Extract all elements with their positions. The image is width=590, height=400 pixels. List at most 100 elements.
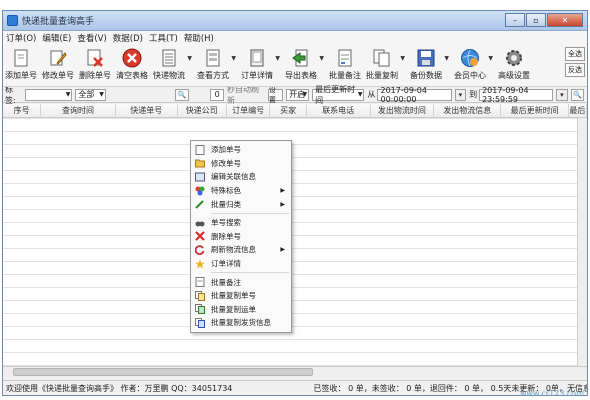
add-doc-button[interactable]: 添加单号	[5, 48, 37, 81]
vertical-scrollbar[interactable]	[577, 118, 587, 366]
menu-separator	[211, 212, 289, 214]
context-menu-item[interactable]: 编辑关联信息	[191, 170, 291, 184]
column-header[interactable]: 订单编号	[227, 104, 271, 117]
scroll-thumb[interactable]	[13, 368, 313, 376]
globe-user-button[interactable]: 会员中心 ▼	[454, 48, 493, 81]
status-select[interactable]: 全部 ▼	[75, 88, 106, 101]
settings-button[interactable]: 设置	[267, 86, 284, 104]
menu-item[interactable]: 工具(T)	[149, 32, 178, 44]
context-menu-item[interactable]: 批量复制单号	[191, 289, 291, 303]
column-header[interactable]: 最后	[569, 104, 587, 117]
context-menu: 添加单号 修改单号 编辑关联信息 特殊标色 ▶ 批量归类 ▶ 单号搜索 删除单号刷新物流信息 ▶ 订…	[190, 140, 292, 333]
title-bar: 快递批量查询高手 – ▫ ✕	[3, 11, 587, 31]
copy-button[interactable]: 批量复制 ▼	[366, 48, 405, 81]
menu-item[interactable]: 帮助(H)	[184, 32, 214, 44]
toolbar: 添加单号 修改单号 删除单号 清空表格 快递物流 ▼ 查看方式 ▼ 订单详情 ▼ 导出表格 ▼ 批量备注…	[3, 45, 587, 87]
dropdown-arrow-icon[interactable]: ▼	[231, 55, 236, 62]
save-disk-button[interactable]: 备份数据 ▼	[410, 48, 449, 81]
search-icon[interactable]: 🔍	[570, 88, 585, 101]
edit-pencil-icon	[48, 48, 68, 68]
context-menu-item[interactable]: 批量复制运单	[191, 303, 291, 317]
column-header[interactable]: 联系电话	[307, 104, 371, 117]
select-all-button[interactable]: 全选	[565, 47, 585, 61]
to-date-input[interactable]: 2017-09-04 23:59:59	[479, 86, 554, 104]
toggle-select[interactable]: 开启 ▼	[286, 88, 310, 101]
tag-select[interactable]: ▼	[24, 88, 73, 101]
column-header[interactable]: 发出物流信息	[434, 104, 502, 117]
menu-item[interactable]: 订单(O)	[6, 32, 36, 44]
context-menu-label: 批量复制发货信息	[211, 318, 271, 328]
refresh-icon	[195, 245, 205, 255]
context-menu-label: 批量备注	[211, 277, 241, 287]
view-mode-button[interactable]: 查看方式 ▼	[197, 48, 236, 81]
column-header[interactable]: 快递单号	[116, 104, 178, 117]
copy-info-icon	[195, 317, 205, 328]
color-flag-icon	[195, 186, 205, 196]
clear-red-button[interactable]: 清空表格	[116, 48, 148, 81]
context-menu-item[interactable]: 添加单号	[191, 143, 291, 157]
from-date-input[interactable]: 2017-09-04 00:00:00	[377, 86, 452, 104]
context-menu-item[interactable]: 单号搜索	[191, 216, 291, 230]
context-menu-label: 批量复制运单	[211, 304, 256, 314]
export-green-icon	[291, 48, 311, 68]
dropdown-arrow-icon[interactable]: ▼	[319, 55, 324, 62]
app-icon	[7, 15, 18, 26]
time-type-select[interactable]: 最后更新时间 ▼	[312, 85, 365, 105]
invert-select-button[interactable]: 反选	[565, 63, 585, 77]
folder-icon	[195, 158, 205, 168]
submenu-arrow-icon: ▶	[280, 187, 285, 195]
delete-doc-button[interactable]: 删除单号	[79, 48, 111, 81]
doc-icon	[195, 144, 205, 155]
doc-list-button[interactable]: 快递物流 ▼	[153, 48, 192, 81]
note-icon	[335, 48, 355, 68]
maximize-button[interactable]: ▫	[526, 13, 546, 27]
toolbar-label: 批量备注	[329, 71, 361, 80]
menu-item[interactable]: 查看(V)	[77, 32, 106, 44]
doc-list-icon	[159, 48, 179, 68]
toolbar-label: 清空表格	[116, 71, 148, 80]
dropdown-arrow-icon[interactable]: ▼	[444, 55, 449, 62]
menu-item[interactable]: 数据(D)	[113, 32, 143, 44]
column-header[interactable]: 快递公司	[178, 104, 227, 117]
column-header[interactable]: 最后更新时间	[501, 104, 569, 117]
horizontal-scrollbar[interactable]	[3, 366, 587, 377]
context-menu-item[interactable]: 删除单号	[191, 230, 291, 244]
dropdown-arrow-icon[interactable]: ▼	[275, 55, 280, 62]
note-button[interactable]: 批量备注	[329, 48, 361, 81]
calendar-icon[interactable]: ▾	[556, 88, 568, 101]
context-menu-label: 删除单号	[211, 231, 241, 241]
export-green-button[interactable]: 导出表格 ▼	[285, 48, 324, 81]
context-menu-item[interactable]: 订单详情	[191, 257, 291, 271]
column-header[interactable]: 序号	[3, 104, 42, 117]
column-header[interactable]: 发出物流时间	[371, 104, 435, 117]
menu-item[interactable]: 编辑(E)	[42, 32, 71, 44]
dropdown-arrow-icon[interactable]: ▼	[400, 55, 405, 62]
context-menu-item[interactable]: 批量归类 ▶	[191, 197, 291, 211]
context-menu-item[interactable]: 批量备注	[191, 275, 291, 289]
context-menu-item[interactable]: 刷新物流信息 ▶	[191, 243, 291, 257]
context-menu-item[interactable]: 修改单号	[191, 157, 291, 171]
dropdown-arrow-icon[interactable]: ▼	[488, 55, 493, 62]
delete-doc-icon	[85, 48, 105, 68]
minimize-button[interactable]: –	[505, 13, 525, 27]
search-icon[interactable]: 🔍	[175, 88, 189, 101]
refresh-seconds-input[interactable]: 0	[210, 88, 224, 101]
toolbar-label: 备份数据	[410, 71, 442, 80]
status-left: 欢迎使用《快递批量查询高手》 作者：万里鹏 QQ：34051734	[6, 383, 233, 393]
column-header[interactable]: 查询时间	[41, 104, 116, 117]
context-menu-item[interactable]: 批量复制发货信息	[191, 316, 291, 330]
dropdown-arrow-icon[interactable]: ▼	[187, 55, 192, 62]
toolbar-label: 批量复制	[366, 71, 398, 80]
menu-separator	[211, 272, 289, 274]
context-menu-item[interactable]: 特殊标色 ▶	[191, 184, 291, 198]
calendar-icon[interactable]: ▾	[454, 88, 467, 101]
column-header[interactable]: 买家	[270, 104, 307, 117]
toolbar-label: 删除单号	[79, 71, 111, 80]
edit-pencil-button[interactable]: 修改单号	[42, 48, 74, 81]
window-title: 快递批量查询高手	[22, 17, 95, 27]
close-button[interactable]: ✕	[547, 13, 583, 27]
gear-button[interactable]: 高级设置	[498, 48, 530, 81]
watermark: www.cr173.com	[519, 389, 584, 398]
detail-button[interactable]: 订单详情 ▼	[241, 48, 280, 81]
submenu-arrow-icon: ▶	[280, 246, 285, 254]
